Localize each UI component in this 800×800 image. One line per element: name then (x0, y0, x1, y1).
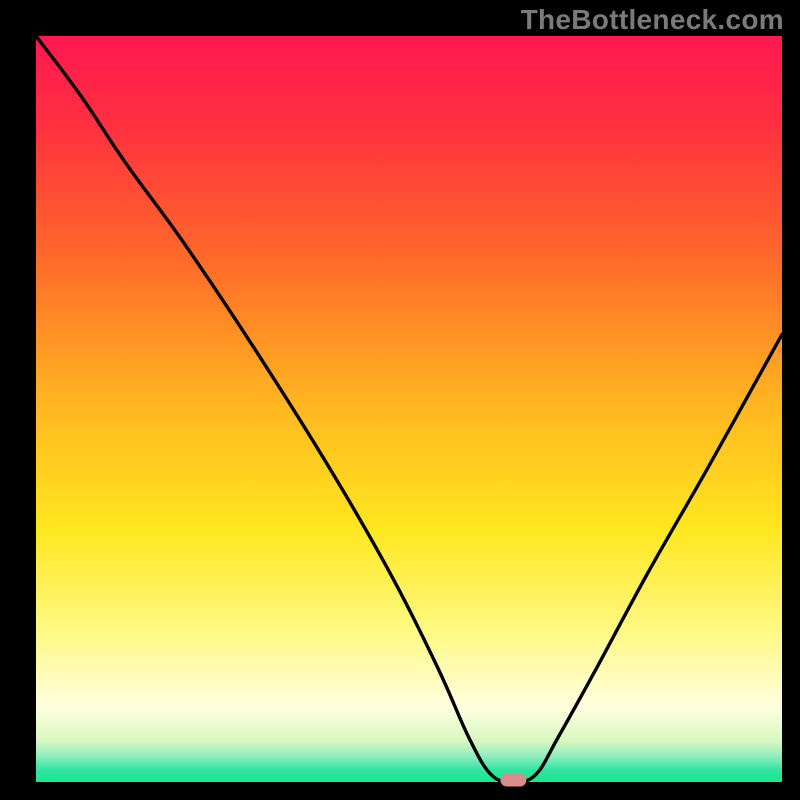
bottleneck-chart (0, 0, 800, 800)
chart-background (36, 36, 782, 782)
watermark-text: TheBottleneck.com (521, 4, 784, 36)
minimum-marker (500, 774, 526, 787)
chart-stage: TheBottleneck.com (0, 0, 800, 800)
